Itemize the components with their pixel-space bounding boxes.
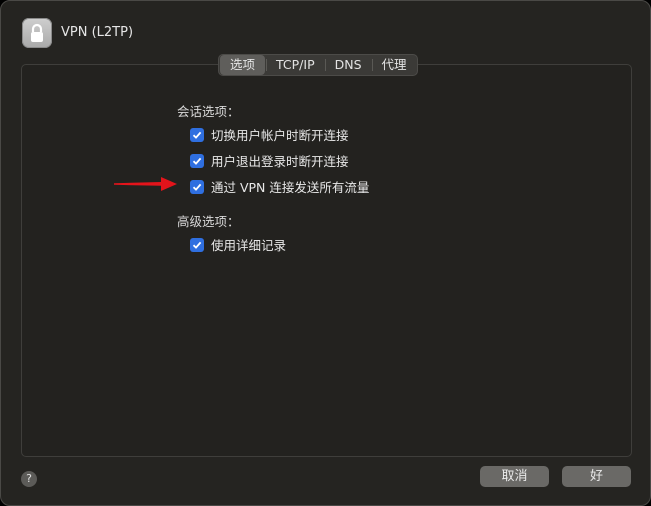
session-options-heading: 会话选项： bbox=[177, 104, 240, 119]
checkbox-checked-icon[interactable] bbox=[190, 153, 204, 168]
cancel-button[interactable]: 取消 bbox=[480, 466, 549, 487]
annotation-arrow-icon bbox=[114, 177, 177, 191]
checkbox-checked-icon[interactable] bbox=[190, 179, 204, 194]
lock-icon[interactable] bbox=[22, 18, 52, 48]
help-button[interactable]: ? bbox=[21, 471, 37, 487]
options-panel bbox=[21, 64, 632, 457]
option-disconnect-on-logout[interactable]: 用户退出登录时断开连接 bbox=[190, 151, 349, 170]
checkbox-checked-icon[interactable] bbox=[190, 127, 204, 142]
tab-dns[interactable]: DNS bbox=[324, 55, 372, 75]
window-title: VPN (L2TP) bbox=[61, 25, 134, 40]
tab-tcpip[interactable]: TCP/IP bbox=[266, 55, 325, 75]
option-verbose-logging[interactable]: 使用详细记录 bbox=[190, 235, 286, 254]
tab-bar: 选项 TCP/IP DNS 代理 bbox=[218, 54, 418, 76]
tab-options[interactable]: 选项 bbox=[220, 55, 266, 75]
option-send-all-traffic-over-vpn[interactable]: 通过 VPN 连接发送所有流量 bbox=[190, 177, 369, 196]
option-disconnect-on-switch-user[interactable]: 切换用户帐户时断开连接 bbox=[190, 125, 349, 144]
option-label: 用户退出登录时断开连接 bbox=[211, 154, 349, 169]
option-label: 使用详细记录 bbox=[211, 238, 287, 253]
option-label: 切换用户帐户时断开连接 bbox=[211, 128, 349, 143]
tab-proxy[interactable]: 代理 bbox=[371, 55, 417, 75]
advanced-options-heading: 高级选项： bbox=[177, 214, 240, 229]
checkbox-checked-icon[interactable] bbox=[190, 237, 204, 252]
vpn-dialog-window: VPN (L2TP) 选项 TCP/IP DNS 代理 会话选项： 切换用户帐户… bbox=[0, 0, 651, 506]
option-label: 通过 VPN 连接发送所有流量 bbox=[211, 180, 370, 195]
ok-button[interactable]: 好 bbox=[562, 466, 631, 487]
